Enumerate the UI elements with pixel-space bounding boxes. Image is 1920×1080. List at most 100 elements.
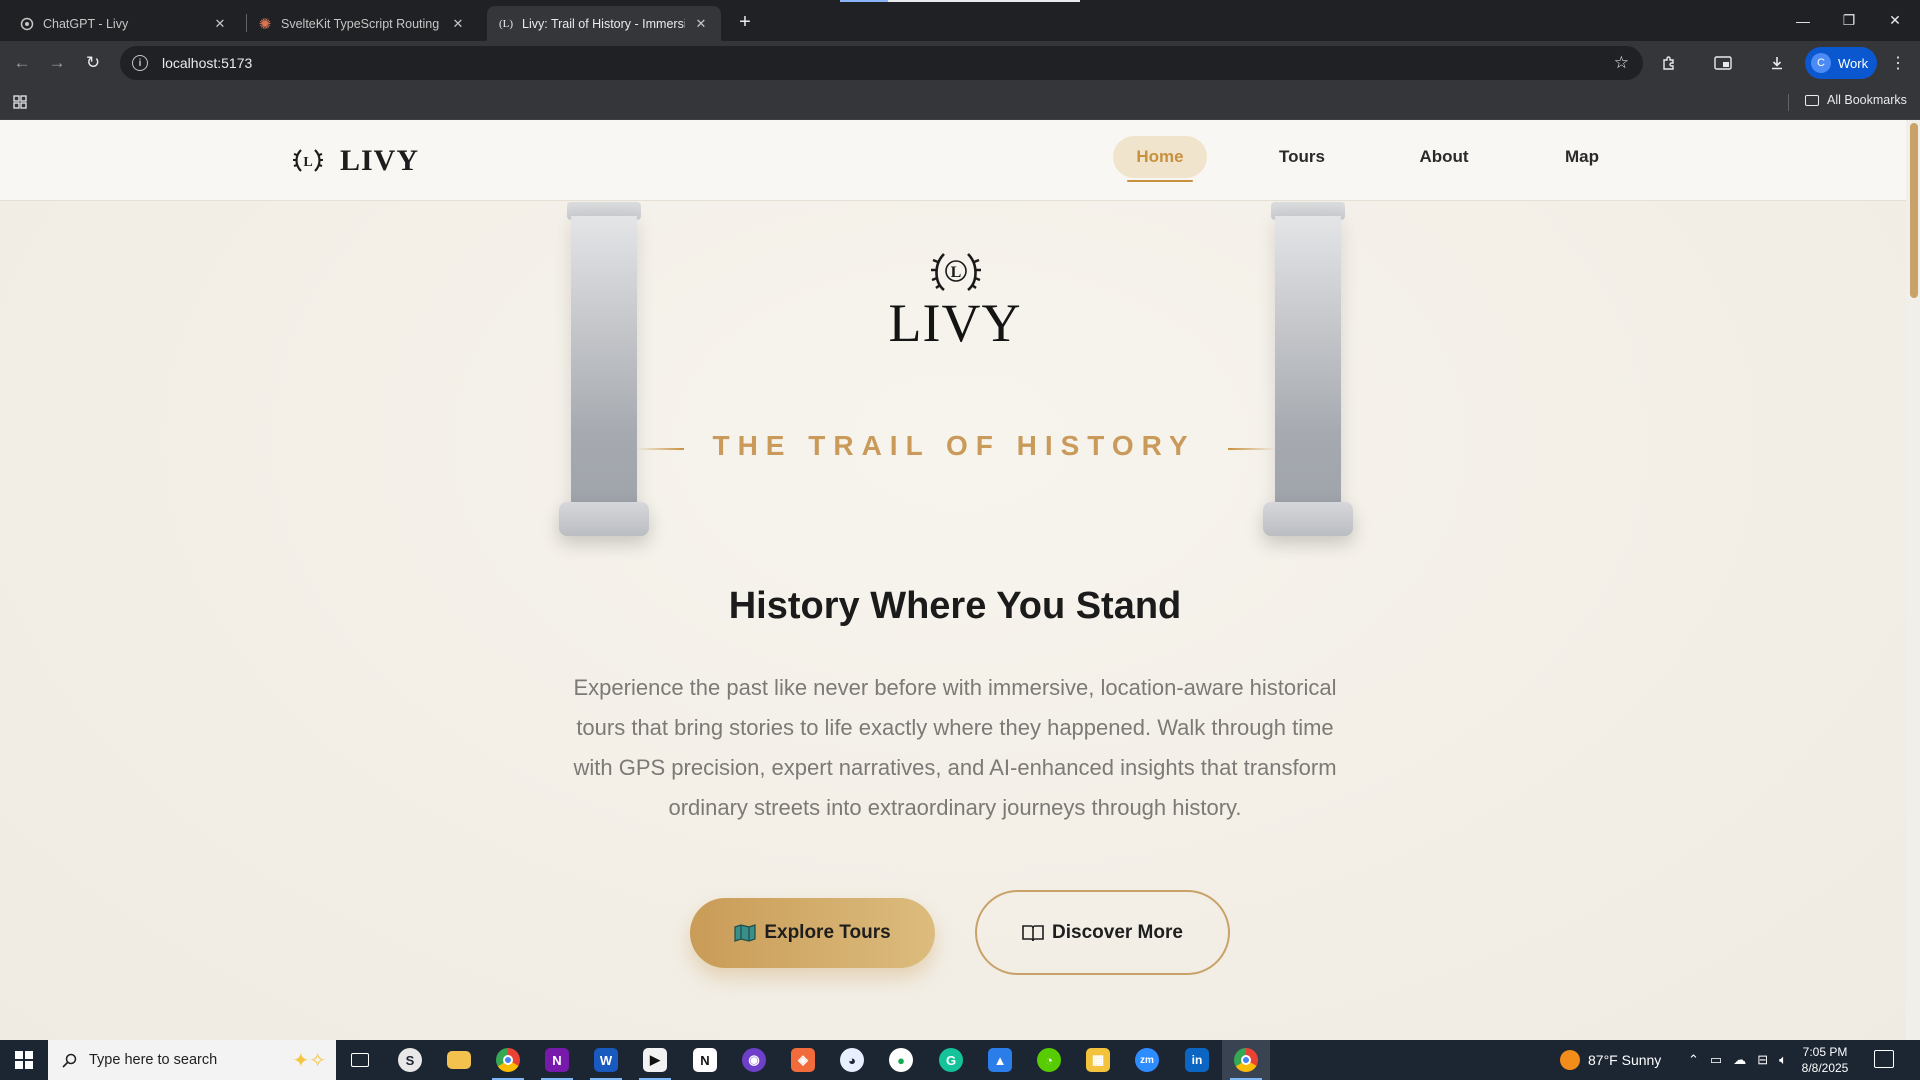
onedrive-icon[interactable]: ☁ xyxy=(1733,1052,1746,1068)
minimize-icon[interactable]: — xyxy=(1780,0,1826,41)
address-bar[interactable]: i localhost:5173 ☆ xyxy=(120,46,1643,80)
hero-headline: History Where You Stand xyxy=(728,585,1182,627)
chrome-work-profile-icon[interactable] xyxy=(1222,1040,1270,1080)
laurel-emblem-icon: L xyxy=(293,149,323,172)
bookmark-star-icon[interactable]: ☆ xyxy=(1614,53,1629,73)
tab-livy[interactable]: (L) Livy: Trail of History - Immersive ✕ xyxy=(487,6,721,41)
tab-sveltekit[interactable]: ✺ SvelteKit TypeScript Routing Err ✕ xyxy=(246,6,478,41)
sun-icon xyxy=(1560,1050,1580,1070)
apps-grid-icon[interactable] xyxy=(11,93,29,111)
restore-icon[interactable]: ❐ xyxy=(1826,0,1872,41)
media-control-icon[interactable] xyxy=(1709,49,1737,77)
word-icon[interactable]: W xyxy=(582,1040,630,1080)
tab-chatgpt[interactable]: ChatGPT - Livy ✕ xyxy=(8,6,240,41)
claude-icon: ✺ xyxy=(258,15,272,33)
github-icon[interactable]: ◉ xyxy=(730,1040,778,1080)
app-green-leaf-icon[interactable]: ● xyxy=(877,1040,925,1080)
more-menu-icon[interactable]: ⋮ xyxy=(1884,49,1912,77)
zoom-icon[interactable]: zm xyxy=(1123,1040,1171,1080)
search-highlight-sparkle-icon: ✦✧ xyxy=(292,1050,326,1072)
network-icon[interactable]: ⊟ xyxy=(1757,1052,1768,1068)
grammarly-icon[interactable]: G xyxy=(927,1040,975,1080)
search-icon xyxy=(62,1053,77,1068)
close-window-icon[interactable]: ✕ xyxy=(1872,0,1918,41)
volume-icon[interactable]: 🔈︎ xyxy=(1779,1052,1787,1068)
folder-icon xyxy=(1805,94,1819,106)
svg-text:L: L xyxy=(303,155,312,170)
reload-icon[interactable]: ↻ xyxy=(79,49,107,77)
task-view-icon[interactable] xyxy=(336,1040,384,1080)
hero-laurel-emblem-icon: L xyxy=(931,253,981,292)
profile-name: Work xyxy=(1838,55,1869,71)
url-text[interactable]: localhost:5173 xyxy=(162,55,252,71)
app-orange-icon[interactable]: ◈ xyxy=(779,1040,827,1080)
forward-icon[interactable]: → xyxy=(43,49,71,77)
explore-tours-button[interactable]: Explore Tours xyxy=(690,898,935,968)
tab-loading-indicator-highlight xyxy=(888,0,1080,2)
search-placeholder: Type here to search xyxy=(89,1052,218,1068)
tagline-right-rule xyxy=(1228,448,1276,450)
file-explorer-icon[interactable] xyxy=(435,1040,483,1080)
duolingo-icon[interactable]: ◔ xyxy=(1025,1040,1073,1080)
weather-widget[interactable]: 87°F Sunny xyxy=(1560,1040,1661,1080)
close-tab-icon[interactable]: ✕ xyxy=(212,16,228,32)
chevron-up-icon[interactable]: ⌃ xyxy=(1688,1052,1699,1068)
site-header: L LIVY Home Tours About Map xyxy=(0,120,1906,201)
downloads-icon[interactable] xyxy=(1763,49,1791,77)
profile-avatar: C xyxy=(1811,53,1831,73)
profile-button[interactable]: C Work xyxy=(1805,47,1877,79)
map-icon xyxy=(734,924,756,942)
right-column-decoration xyxy=(1263,202,1353,538)
chrome-icon[interactable] xyxy=(484,1040,532,1080)
browser-toolbar: ← → ↻ i localhost:5173 ☆ C Work ⋮ xyxy=(0,41,1920,85)
nav-map[interactable]: Map xyxy=(1535,136,1629,178)
scrollbar-thumb[interactable] xyxy=(1910,123,1918,298)
penguin-app-icon[interactable]: ◕ xyxy=(828,1040,876,1080)
tagline-left-rule xyxy=(636,448,684,450)
taskbar-search-input[interactable]: Type here to search ✦✧ xyxy=(48,1040,336,1080)
back-icon[interactable]: ← xyxy=(8,49,36,77)
brand-name: LIVY xyxy=(340,144,420,177)
taskbar-clock[interactable]: 7:05 PM 8/8/2025 xyxy=(1790,1044,1860,1076)
discover-more-button[interactable]: Discover More xyxy=(975,890,1230,975)
meet-now-icon[interactable]: ▭ xyxy=(1710,1052,1722,1068)
onenote-icon[interactable]: N xyxy=(533,1040,581,1080)
all-bookmarks-button[interactable]: All Bookmarks xyxy=(1805,93,1907,107)
tab-title: SvelteKit TypeScript Routing Err xyxy=(281,16,442,31)
page-scrollbar[interactable] xyxy=(1906,120,1920,1040)
explore-tours-label: Explore Tours xyxy=(764,922,891,943)
extensions-icon[interactable] xyxy=(1655,49,1683,77)
livy-favicon-icon: (L) xyxy=(498,17,514,30)
notifications-icon[interactable] xyxy=(1874,1050,1894,1068)
notion-icon[interactable]: N xyxy=(681,1040,729,1080)
nav-tours[interactable]: Tours xyxy=(1255,136,1349,178)
app-blue-icon[interactable]: ▲ xyxy=(976,1040,1024,1080)
new-tab-button[interactable]: + xyxy=(731,8,759,36)
weather-text: 87°F Sunny xyxy=(1588,1052,1662,1068)
nav-about[interactable]: About xyxy=(1397,136,1491,178)
tab-title: Livy: Trail of History - Immersive xyxy=(522,16,685,31)
nav-home[interactable]: Home xyxy=(1113,136,1207,182)
hero-tagline: THE TRAIL OF HISTORY xyxy=(712,430,1196,461)
hero-logo-text: LIVY xyxy=(888,293,1022,353)
close-tab-icon[interactable]: ✕ xyxy=(450,16,466,32)
discover-more-label: Discover More xyxy=(1052,921,1183,943)
left-column-decoration xyxy=(559,202,649,538)
bookmarks-divider xyxy=(1788,94,1789,111)
app-s-icon[interactable]: S xyxy=(386,1040,434,1080)
terminal-app-icon[interactable]: ▶ xyxy=(631,1040,679,1080)
open-book-icon xyxy=(1022,924,1044,941)
openai-icon xyxy=(20,17,34,31)
windows-start-icon[interactable] xyxy=(0,1040,48,1080)
linkedin-icon[interactable]: in xyxy=(1173,1040,1221,1080)
microsoft-store-icon[interactable]: ▦ xyxy=(1074,1040,1122,1080)
site-info-icon[interactable]: i xyxy=(132,55,148,71)
system-tray: ⌃ ▭ ☁ ⊟ 🔈︎ xyxy=(1688,1040,1787,1080)
bookmarks-bar: All Bookmarks xyxy=(0,85,1920,120)
close-tab-icon[interactable]: ✕ xyxy=(693,16,709,32)
svg-text:L: L xyxy=(951,264,962,281)
clock-date: 8/8/2025 xyxy=(1801,1061,1849,1075)
brand-logo-link[interactable]: L LIVY xyxy=(292,144,419,178)
tab-title: ChatGPT - Livy xyxy=(43,16,129,31)
web-page: L LIVY Home Tours About Map L LIVY THE T… xyxy=(0,120,1920,1040)
